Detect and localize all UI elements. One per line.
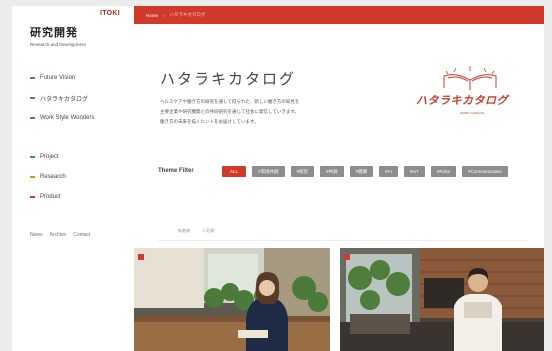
nav-item-label: Research: [40, 174, 66, 180]
article-photo-office: [134, 248, 330, 351]
filter-tag[interactable]: #環境共創: [252, 166, 285, 177]
theme-filter-tags: ALL #環境共創 #研究 #共創 #健康 #AI #IoT #Robo #Co…: [222, 166, 512, 177]
nav-item-label: Product: [40, 194, 61, 200]
nav-marker-icon: [30, 77, 35, 79]
sort-tabs: 新着順 人気順: [178, 228, 214, 234]
filter-tag[interactable]: #研究: [290, 166, 315, 177]
page-title: ハタラキカタログ: [160, 70, 297, 88]
nav-item-label: Project: [40, 154, 59, 160]
catalog-logo-subtext: WORK CATALOG: [460, 111, 485, 115]
top-bar: Home › ハタラキカタログ: [134, 6, 544, 24]
nav-marker-icon: [30, 117, 35, 119]
nav-marker-icon: [30, 196, 35, 198]
nav-item-hataraki-catalog[interactable]: ハタラキカタログ: [30, 88, 94, 108]
nav-item-research[interactable]: Research: [30, 167, 66, 187]
card-flag-icon: [138, 254, 144, 260]
main-content: Home › ハタラキカタログ ハタラキカタログ ヘルスケアや働き方の研究を通し…: [134, 6, 544, 351]
nav-marker-icon: [30, 156, 35, 158]
nav-item-label: Future Vision: [40, 75, 76, 81]
filter-tag[interactable]: #健康: [349, 166, 374, 177]
description-line: 働き方の未来を描くヒントをお届けしています。: [160, 120, 259, 125]
sort-option-newest[interactable]: 新着順: [178, 228, 190, 234]
filter-tag[interactable]: #IoT: [403, 166, 425, 177]
filter-tag[interactable]: #AI: [379, 166, 398, 177]
filter-tag-all[interactable]: ALL: [222, 166, 247, 177]
breadcrumb-current: ハタラキカタログ: [169, 12, 206, 17]
nav-item-future-vision[interactable]: Future Vision: [30, 68, 94, 88]
article-card[interactable]: [134, 248, 330, 351]
nav-marker-icon: [30, 176, 35, 178]
nav-marker-icon: [30, 97, 35, 99]
breadcrumb: Home › ハタラキカタログ: [146, 12, 205, 18]
page-description: ヘルスケアや働き方の研究を通して得られた、新しい働き方の知見を 主要企業や研究機…: [160, 98, 370, 128]
article-photo-lounge: [340, 248, 544, 351]
sidebar: ITOKI 研究開発 Research and Development Futu…: [12, 6, 134, 351]
footer-link-archive[interactable]: Archive: [50, 232, 67, 238]
nav-item-label: Work Style Wonders: [40, 115, 95, 121]
footer-link-news[interactable]: News: [30, 232, 43, 238]
sort-option-popular[interactable]: 人気順: [202, 228, 214, 234]
description-line: ヘルスケアや働き方の研究を通して得られた、新しい働き方の知見を: [160, 100, 300, 105]
nav-item-product[interactable]: Product: [30, 187, 66, 207]
footer-links: News Archive Contact: [30, 232, 90, 238]
catalog-logo: ハタラキカタログ WORK CATALOG: [416, 66, 526, 124]
description-line: 主要企業や研究機関との共同研究を通じて社会に発信していきます。: [160, 110, 299, 115]
primary-nav: Future Vision ハタラキカタログ Work Style Wonder…: [30, 68, 94, 128]
nav-item-work-style-wonders[interactable]: Work Style Wonders: [30, 108, 94, 128]
theme-filter-label: Theme Filter: [158, 168, 194, 174]
nav-item-project[interactable]: Project: [30, 147, 66, 167]
breadcrumb-home[interactable]: Home: [146, 13, 158, 18]
footer-link-contact[interactable]: Contact: [73, 232, 90, 238]
catalog-logo-text: ハタラキカタログ: [416, 94, 508, 107]
breadcrumb-separator-icon: ›: [163, 12, 165, 18]
card-flag-icon: [344, 254, 350, 260]
site-title[interactable]: 研究開発: [30, 24, 78, 40]
itoki-logo[interactable]: ITOKI: [100, 10, 120, 17]
article-card[interactable]: [340, 248, 544, 351]
filter-tag[interactable]: #共創: [320, 166, 344, 177]
filter-tag[interactable]: #Communication: [462, 166, 508, 177]
site-subtitle: Research and Development: [30, 42, 86, 47]
filter-tag[interactable]: #Robo: [430, 166, 457, 177]
divider: [158, 240, 528, 241]
secondary-nav: Project Research Product: [30, 147, 66, 207]
nav-item-label: ハタラキカタログ: [40, 96, 89, 103]
